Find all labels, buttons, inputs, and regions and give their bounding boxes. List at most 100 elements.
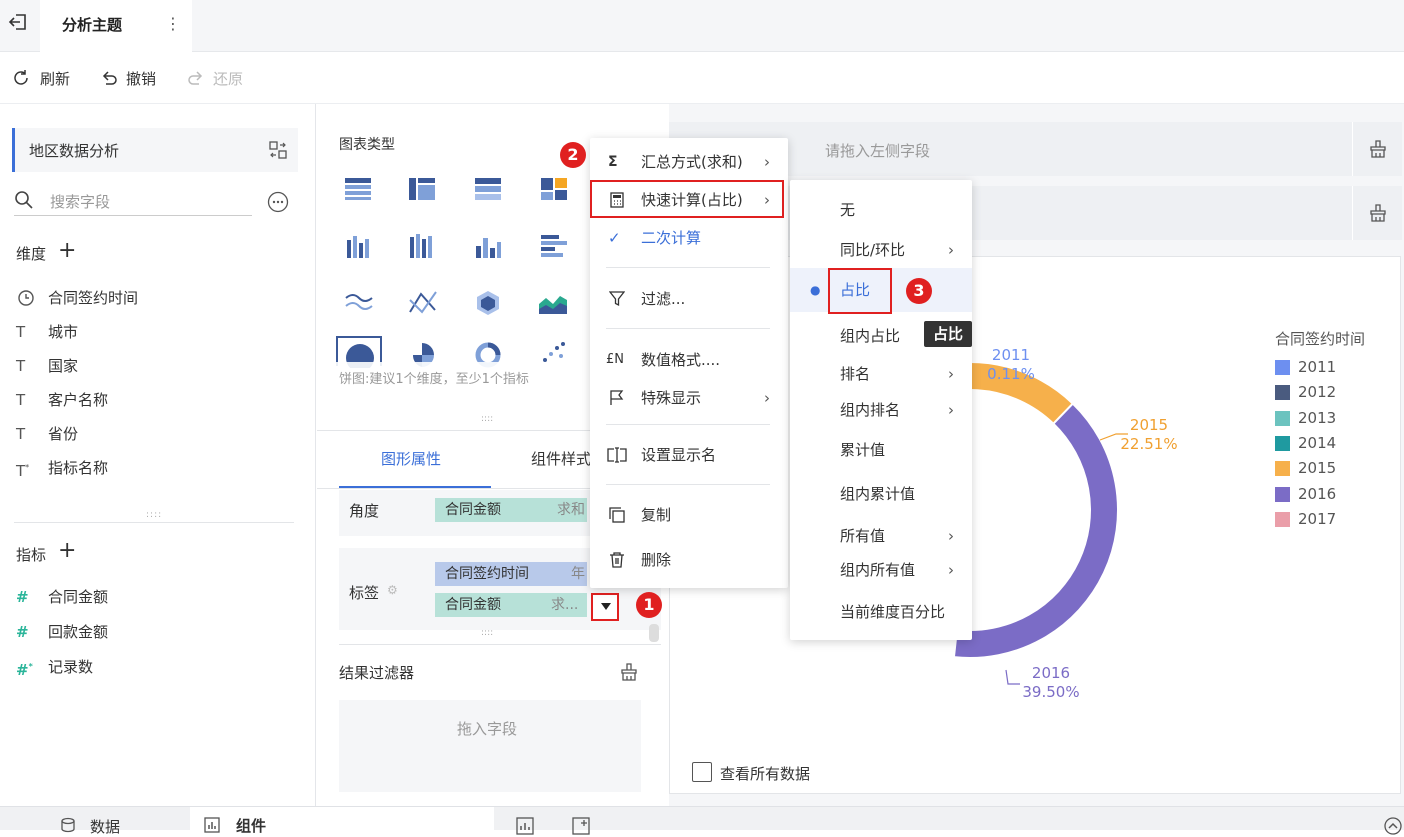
filter-drop-zone[interactable]: 拖入字段 <box>339 700 641 792</box>
column-chart-icon[interactable] <box>475 234 501 262</box>
area-chart-icon[interactable] <box>539 292 567 318</box>
menu-item-copy[interactable]: 复制 <box>590 499 788 531</box>
label-field-name: 合同签约时间 <box>445 566 529 582</box>
legend-item[interactable]: 2014 <box>1275 433 1385 453</box>
add-widget-icon[interactable] <box>572 817 590 835</box>
resize-handle[interactable]: :::: <box>481 414 493 424</box>
divider <box>606 328 770 329</box>
search-icon <box>15 191 33 209</box>
broom-icon <box>1370 204 1386 222</box>
submenu-item-yoy[interactable]: 同比/环比 › <box>790 234 972 266</box>
legend-swatch <box>1275 360 1290 375</box>
table-chart-icon[interactable] <box>345 178 371 204</box>
search-field[interactable]: 搜索字段 <box>14 186 252 216</box>
add-measure-icon[interactable]: + <box>58 538 76 563</box>
submenu-item-group-all-values[interactable]: 组内所有值 › <box>790 554 972 586</box>
cross-table-icon[interactable] <box>409 178 435 204</box>
text-icon: T <box>16 425 26 443</box>
legend-item[interactable]: 2016 <box>1275 484 1385 504</box>
broom-icon <box>1370 140 1386 158</box>
legend-swatch <box>1275 461 1290 477</box>
more-options-icon[interactable] <box>267 191 289 213</box>
resize-handle[interactable]: :::: <box>146 510 162 520</box>
detail-table-icon[interactable] <box>475 178 501 204</box>
stacked-bar-icon[interactable] <box>409 234 435 262</box>
menu-item-secondary-calc[interactable]: ✓ 二次计算 <box>590 222 788 254</box>
number-format-icon: £N <box>606 352 624 367</box>
refresh-label: 刷新 <box>40 70 71 88</box>
data-label-2016: 2016 <box>1032 664 1070 682</box>
step-badge-3: 3 <box>906 278 932 304</box>
scrollbar[interactable] <box>649 624 659 642</box>
view-all-checkbox[interactable] <box>692 762 712 782</box>
radar-line-icon[interactable] <box>409 290 437 318</box>
legend-item[interactable]: 2013 <box>1275 408 1385 428</box>
dataset-selector[interactable]: 地区数据分析 <box>12 128 298 172</box>
dimension-title: 维度 <box>16 245 47 263</box>
submenu-item-group-cumulative[interactable]: 组内累计值 <box>790 478 972 510</box>
redo-icon <box>188 71 203 85</box>
legend-swatch <box>1275 385 1290 401</box>
tab-component-style[interactable]: 组件样式 <box>531 448 591 469</box>
tooltip: 占比 <box>924 321 973 347</box>
legend-label: 2011 <box>1298 358 1337 376</box>
menu-item-special-display[interactable]: 特殊显示 › <box>590 382 788 414</box>
text-star-icon: T* <box>16 462 30 480</box>
submenu-item-rank[interactable]: 排名 › <box>790 358 972 390</box>
field-panel: 地区数据分析 搜索字段 维度 + 合同签约时间 T 城市 T 国家 T 客户名称… <box>0 104 316 806</box>
angle-field-chip[interactable]: 合同金额 求和 <box>435 498 587 522</box>
clear-axis-button[interactable] <box>1352 122 1402 176</box>
submenu-item-all-values[interactable]: 所有值 › <box>790 520 972 552</box>
submenu-item-dim-percent[interactable]: 当前维度百分比 <box>790 596 972 628</box>
line-chart-icon[interactable] <box>345 292 373 318</box>
resize-handle[interactable]: :::: <box>481 628 493 638</box>
legend-swatch <box>1275 486 1290 502</box>
add-dimension-icon[interactable]: + <box>58 238 76 263</box>
legend-item[interactable]: 2011 <box>1275 357 1385 377</box>
copy-icon <box>609 507 625 523</box>
legend-item[interactable]: 2012 <box>1275 382 1385 402</box>
radar-chart-icon[interactable] <box>475 290 501 320</box>
grouped-bar-icon[interactable] <box>345 234 371 262</box>
submenu-item-none[interactable]: 无 <box>790 194 972 226</box>
menu-item-number-format[interactable]: £N 数值格式.... <box>590 344 788 376</box>
menu-item-filter[interactable]: 过滤... <box>590 283 788 315</box>
view-all-label: 查看所有数据 <box>720 765 811 783</box>
settings-icon[interactable]: ⚙ <box>387 583 398 597</box>
submenu-item-group-rank[interactable]: 组内排名 › <box>790 394 972 426</box>
legend-title: 合同签约时间 <box>1275 330 1366 348</box>
exit-icon[interactable] <box>8 12 28 32</box>
rename-icon <box>607 447 627 463</box>
filter-placeholder: 拖入字段 <box>457 720 518 738</box>
tab-component[interactable]: 组件 <box>190 807 494 835</box>
search-input[interactable]: 搜索字段 <box>50 191 110 212</box>
more-vertical-icon[interactable]: ⋮ <box>165 14 181 33</box>
legend-item[interactable]: 2015 <box>1275 458 1385 478</box>
divider <box>606 484 770 485</box>
angle-label: 角度 <box>349 502 380 520</box>
text-icon: T <box>16 323 26 341</box>
label-field-chip[interactable]: 合同签约时间 年 <box>435 562 587 586</box>
add-chart-icon[interactable] <box>516 817 534 835</box>
caret-down-icon <box>601 603 611 610</box>
slice-2016[interactable] <box>952 402 1119 659</box>
field-dropdown-button[interactable] <box>591 593 619 621</box>
clear-filter-button[interactable] <box>1352 186 1402 240</box>
divider <box>606 267 770 268</box>
quick-calc-submenu: 无 同比/环比 › ● 占比 组内占比 排名 › 组内排名 › 累计值 组内累计值 所… <box>790 180 972 640</box>
data-label-2016: 39.50% <box>1022 683 1079 701</box>
legend-label: 2016 <box>1298 484 1337 503</box>
legend-label: 2013 <box>1298 408 1337 427</box>
tab-graph-properties[interactable]: 图形属性 <box>381 448 441 469</box>
kpi-chart-icon[interactable] <box>541 178 567 204</box>
submenu-item-cumulative[interactable]: 累计值 <box>790 434 972 466</box>
broom-icon[interactable] <box>619 662 639 682</box>
collapse-icon[interactable] <box>1384 817 1402 835</box>
legend-item[interactable]: 2017 <box>1275 509 1385 529</box>
menu-item-delete[interactable]: 删除 <box>590 544 788 576</box>
menu-item-rename[interactable]: 设置显示名 <box>590 439 788 471</box>
label-measure-chip[interactable]: 合同金额 求... <box>435 593 587 617</box>
horizontal-bar-icon[interactable] <box>541 234 567 262</box>
menu-item-aggregation[interactable]: Σ 汇总方式(求和) › <box>590 146 788 178</box>
switch-dataset-icon[interactable] <box>269 141 287 159</box>
